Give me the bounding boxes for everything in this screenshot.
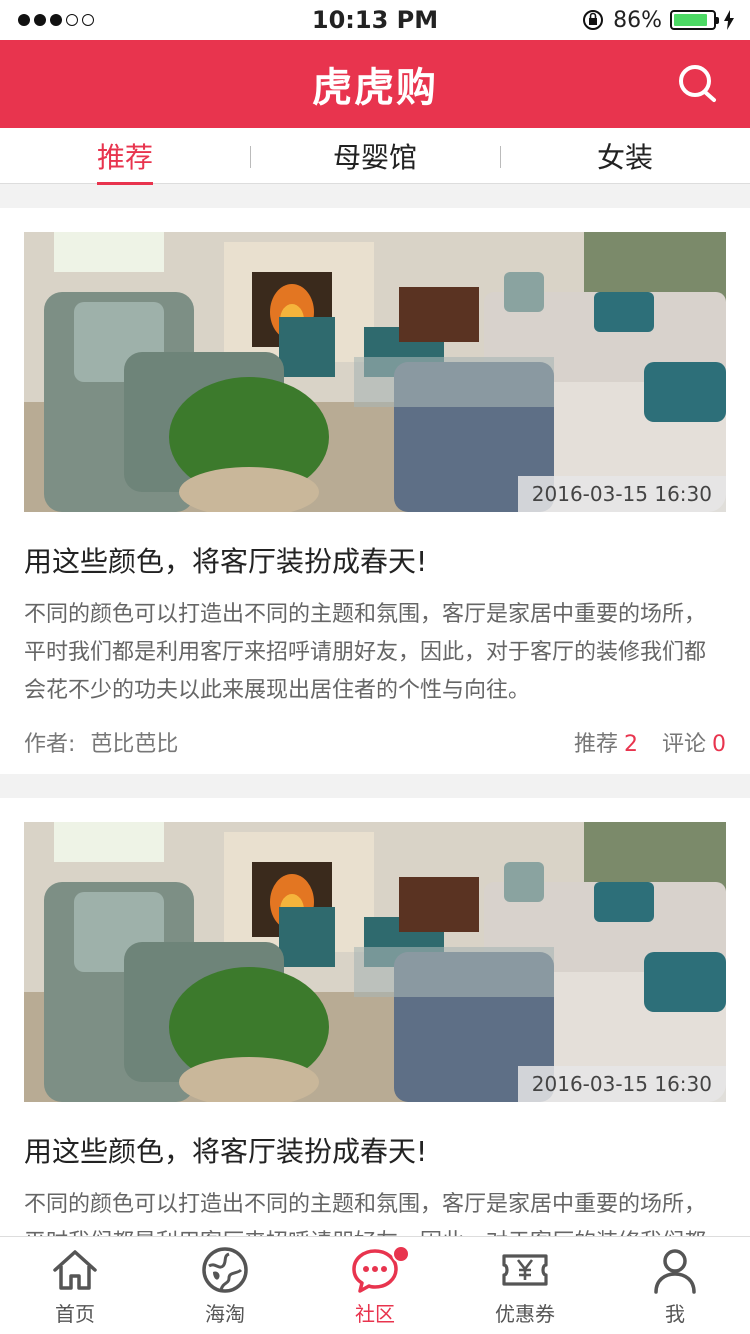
post-author: 作者: 芭比芭比	[24, 726, 178, 758]
recommend-count: 2	[623, 732, 638, 757]
home-icon	[53, 1250, 97, 1290]
nav-label: 社区	[355, 1302, 395, 1326]
author-name[interactable]: 芭比芭比	[90, 732, 178, 757]
post-excerpt: 不同的颜色可以打造出不同的主题和氛围，客厅是家居中重要的场所，平时我们都是利用客…	[24, 602, 707, 703]
tab-recommend[interactable]: 推荐	[0, 128, 250, 185]
user-icon	[654, 1249, 696, 1294]
post-date: 2016-03-15 16:30	[517, 1066, 726, 1102]
living-room-photo	[24, 822, 726, 1102]
app-header: 虎虎购	[0, 40, 750, 128]
nav-profile[interactable]: 我	[600, 1237, 750, 1334]
comment-label: 评论	[661, 732, 706, 757]
charging-icon	[724, 10, 734, 30]
author-label: 作者:	[24, 732, 76, 757]
rotation-lock-icon	[583, 10, 604, 30]
coupon-icon	[502, 1254, 548, 1286]
nav-community[interactable]: 社区	[300, 1237, 450, 1334]
nav-label: 我	[665, 1302, 685, 1326]
tab-women-clothing[interactable]: 女装	[500, 128, 750, 183]
nav-label: 海淘	[205, 1302, 245, 1326]
status-bar: 10:13 PM 86%	[0, 0, 750, 40]
bottom-nav: 首页 海淘 社区 优惠券 我	[0, 1236, 750, 1334]
comment-count: 0	[712, 732, 726, 757]
post-meta: 作者: 芭比芭比 推荐 2 评论 0	[24, 710, 726, 774]
notification-dot	[392, 1245, 410, 1263]
recommend-stat[interactable]: 推荐 2	[574, 726, 638, 758]
living-room-photo	[24, 232, 726, 512]
post-title[interactable]: 用这些颜色，将客厅装扮成春天!	[24, 540, 726, 580]
tab-label: 母婴馆	[332, 140, 417, 174]
tab-label: 推荐	[96, 136, 153, 185]
nav-coupons[interactable]: 优惠券	[450, 1237, 600, 1334]
globe-icon	[202, 1247, 248, 1293]
app-title: 虎虎购	[312, 65, 438, 111]
nav-home[interactable]: 首页	[0, 1237, 150, 1334]
comment-stat[interactable]: 评论 0	[662, 726, 726, 758]
post-title[interactable]: 用这些颜色，将客厅装扮成春天!	[24, 1130, 726, 1170]
signal-strength-icon	[18, 14, 94, 26]
post-date: 2016-03-15 16:30	[517, 476, 726, 512]
battery-percent: 86%	[613, 7, 662, 33]
search-icon[interactable]	[676, 62, 720, 106]
post-image[interactable]: 2016-03-15 16:30	[24, 822, 726, 1102]
category-tabs: 推荐 母婴馆 女装	[0, 128, 750, 185]
nav-label: 首页	[55, 1302, 95, 1326]
post-image[interactable]: 2016-03-15 16:30	[24, 232, 726, 512]
battery-icon	[670, 10, 719, 30]
recommend-label: 推荐	[573, 732, 618, 757]
post-card[interactable]: 2016-03-15 16:30 用这些颜色，将客厅装扮成春天! 不同的颜色可以…	[0, 208, 750, 774]
tab-mother-baby[interactable]: 母婴馆	[250, 128, 500, 183]
post-feed: 2016-03-15 16:30 用这些颜色，将客厅装扮成春天! 不同的颜色可以…	[0, 208, 750, 1324]
nav-label: 优惠券	[495, 1302, 555, 1326]
tab-label: 女装	[596, 140, 653, 174]
nav-global-shopping[interactable]: 海淘	[150, 1237, 300, 1334]
post-card[interactable]: 2016-03-15 16:30 用这些颜色，将客厅装扮成春天! 不同的颜色可以…	[0, 798, 750, 1300]
